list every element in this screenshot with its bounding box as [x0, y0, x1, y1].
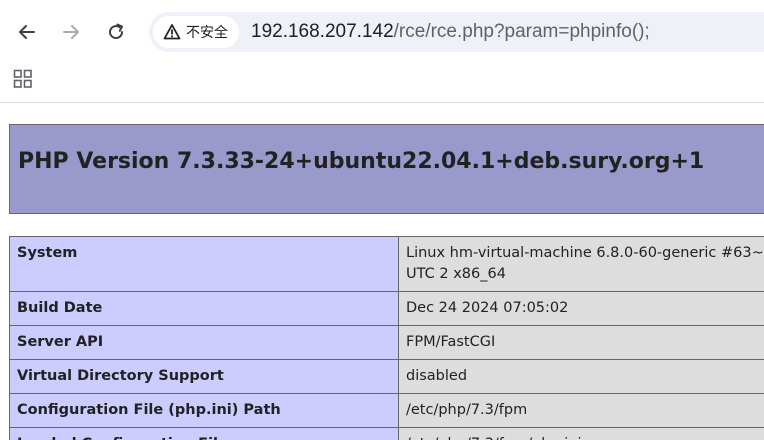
- row-value: /etc/php/7.3/fpm: [398, 393, 764, 428]
- reload-icon: [109, 23, 124, 40]
- row-value: Linux hm-virtual-machine 6.8.0-60-generi…: [398, 236, 764, 292]
- row-value: disabled: [398, 359, 764, 394]
- row-value-line: Linux hm-virtual-machine 6.8.0-60-generi…: [406, 245, 764, 261]
- row-value: /etc/php/7.3/fpm/php.ini: [398, 427, 764, 440]
- address-bar[interactable]: 不安全 192.168.207.142/rce/rce.php?param=ph…: [149, 12, 764, 52]
- table-row: System Linux hm-virtual-machine 6.8.0-60…: [9, 236, 764, 292]
- table-row: Virtual Directory Support disabled: [9, 359, 764, 394]
- warning-icon: [163, 24, 181, 40]
- url-text[interactable]: 192.168.207.142/rce/rce.php?param=phpinf…: [251, 21, 650, 43]
- row-value-line: UTC 2 x86_64: [406, 266, 506, 282]
- apps-grid-icon[interactable]: [13, 69, 33, 89]
- forward-button[interactable]: [53, 14, 89, 50]
- page-title: PHP Version 7.3.33-24+ubuntu22.04.1+deb.…: [18, 149, 705, 174]
- row-key: System: [9, 236, 399, 292]
- row-value: FPM/FastCGI: [398, 325, 764, 360]
- arrow-right-icon: [63, 25, 79, 39]
- row-key: Server API: [9, 325, 399, 360]
- php-version-header: PHP Version 7.3.33-24+ubuntu22.04.1+deb.…: [9, 124, 764, 214]
- table-row: Configuration File (php.ini) Path /etc/p…: [9, 393, 764, 428]
- browser-toolbar: 不安全 192.168.207.142/rce/rce.php?param=ph…: [0, 0, 764, 64]
- url-host: 192.168.207.142: [251, 21, 394, 42]
- table-row: Server API FPM/FastCGI: [9, 325, 764, 360]
- row-key: Loaded Configuration File: [9, 427, 399, 440]
- phpinfo-table: System Linux hm-virtual-machine 6.8.0-60…: [9, 236, 764, 440]
- table-row: Loaded Configuration File /etc/php/7.3/f…: [9, 427, 764, 440]
- row-key: Configuration File (php.ini) Path: [9, 393, 399, 428]
- page-content: PHP Version 7.3.33-24+ubuntu22.04.1+deb.…: [0, 103, 764, 440]
- security-chip[interactable]: 不安全: [153, 16, 239, 48]
- security-label: 不安全: [186, 25, 228, 41]
- reload-button[interactable]: [98, 14, 134, 50]
- back-button[interactable]: [9, 14, 45, 50]
- table-row: Build Date Dec 24 2024 07:05:02: [9, 291, 764, 326]
- bookmarks-bar: [0, 64, 764, 103]
- row-key: Build Date: [9, 291, 399, 326]
- row-value: Dec 24 2024 07:05:02: [398, 291, 764, 326]
- row-key: Virtual Directory Support: [9, 359, 399, 394]
- url-path: /rce/rce.php?param=phpinfo();: [393, 21, 650, 42]
- arrow-left-icon: [19, 25, 35, 39]
